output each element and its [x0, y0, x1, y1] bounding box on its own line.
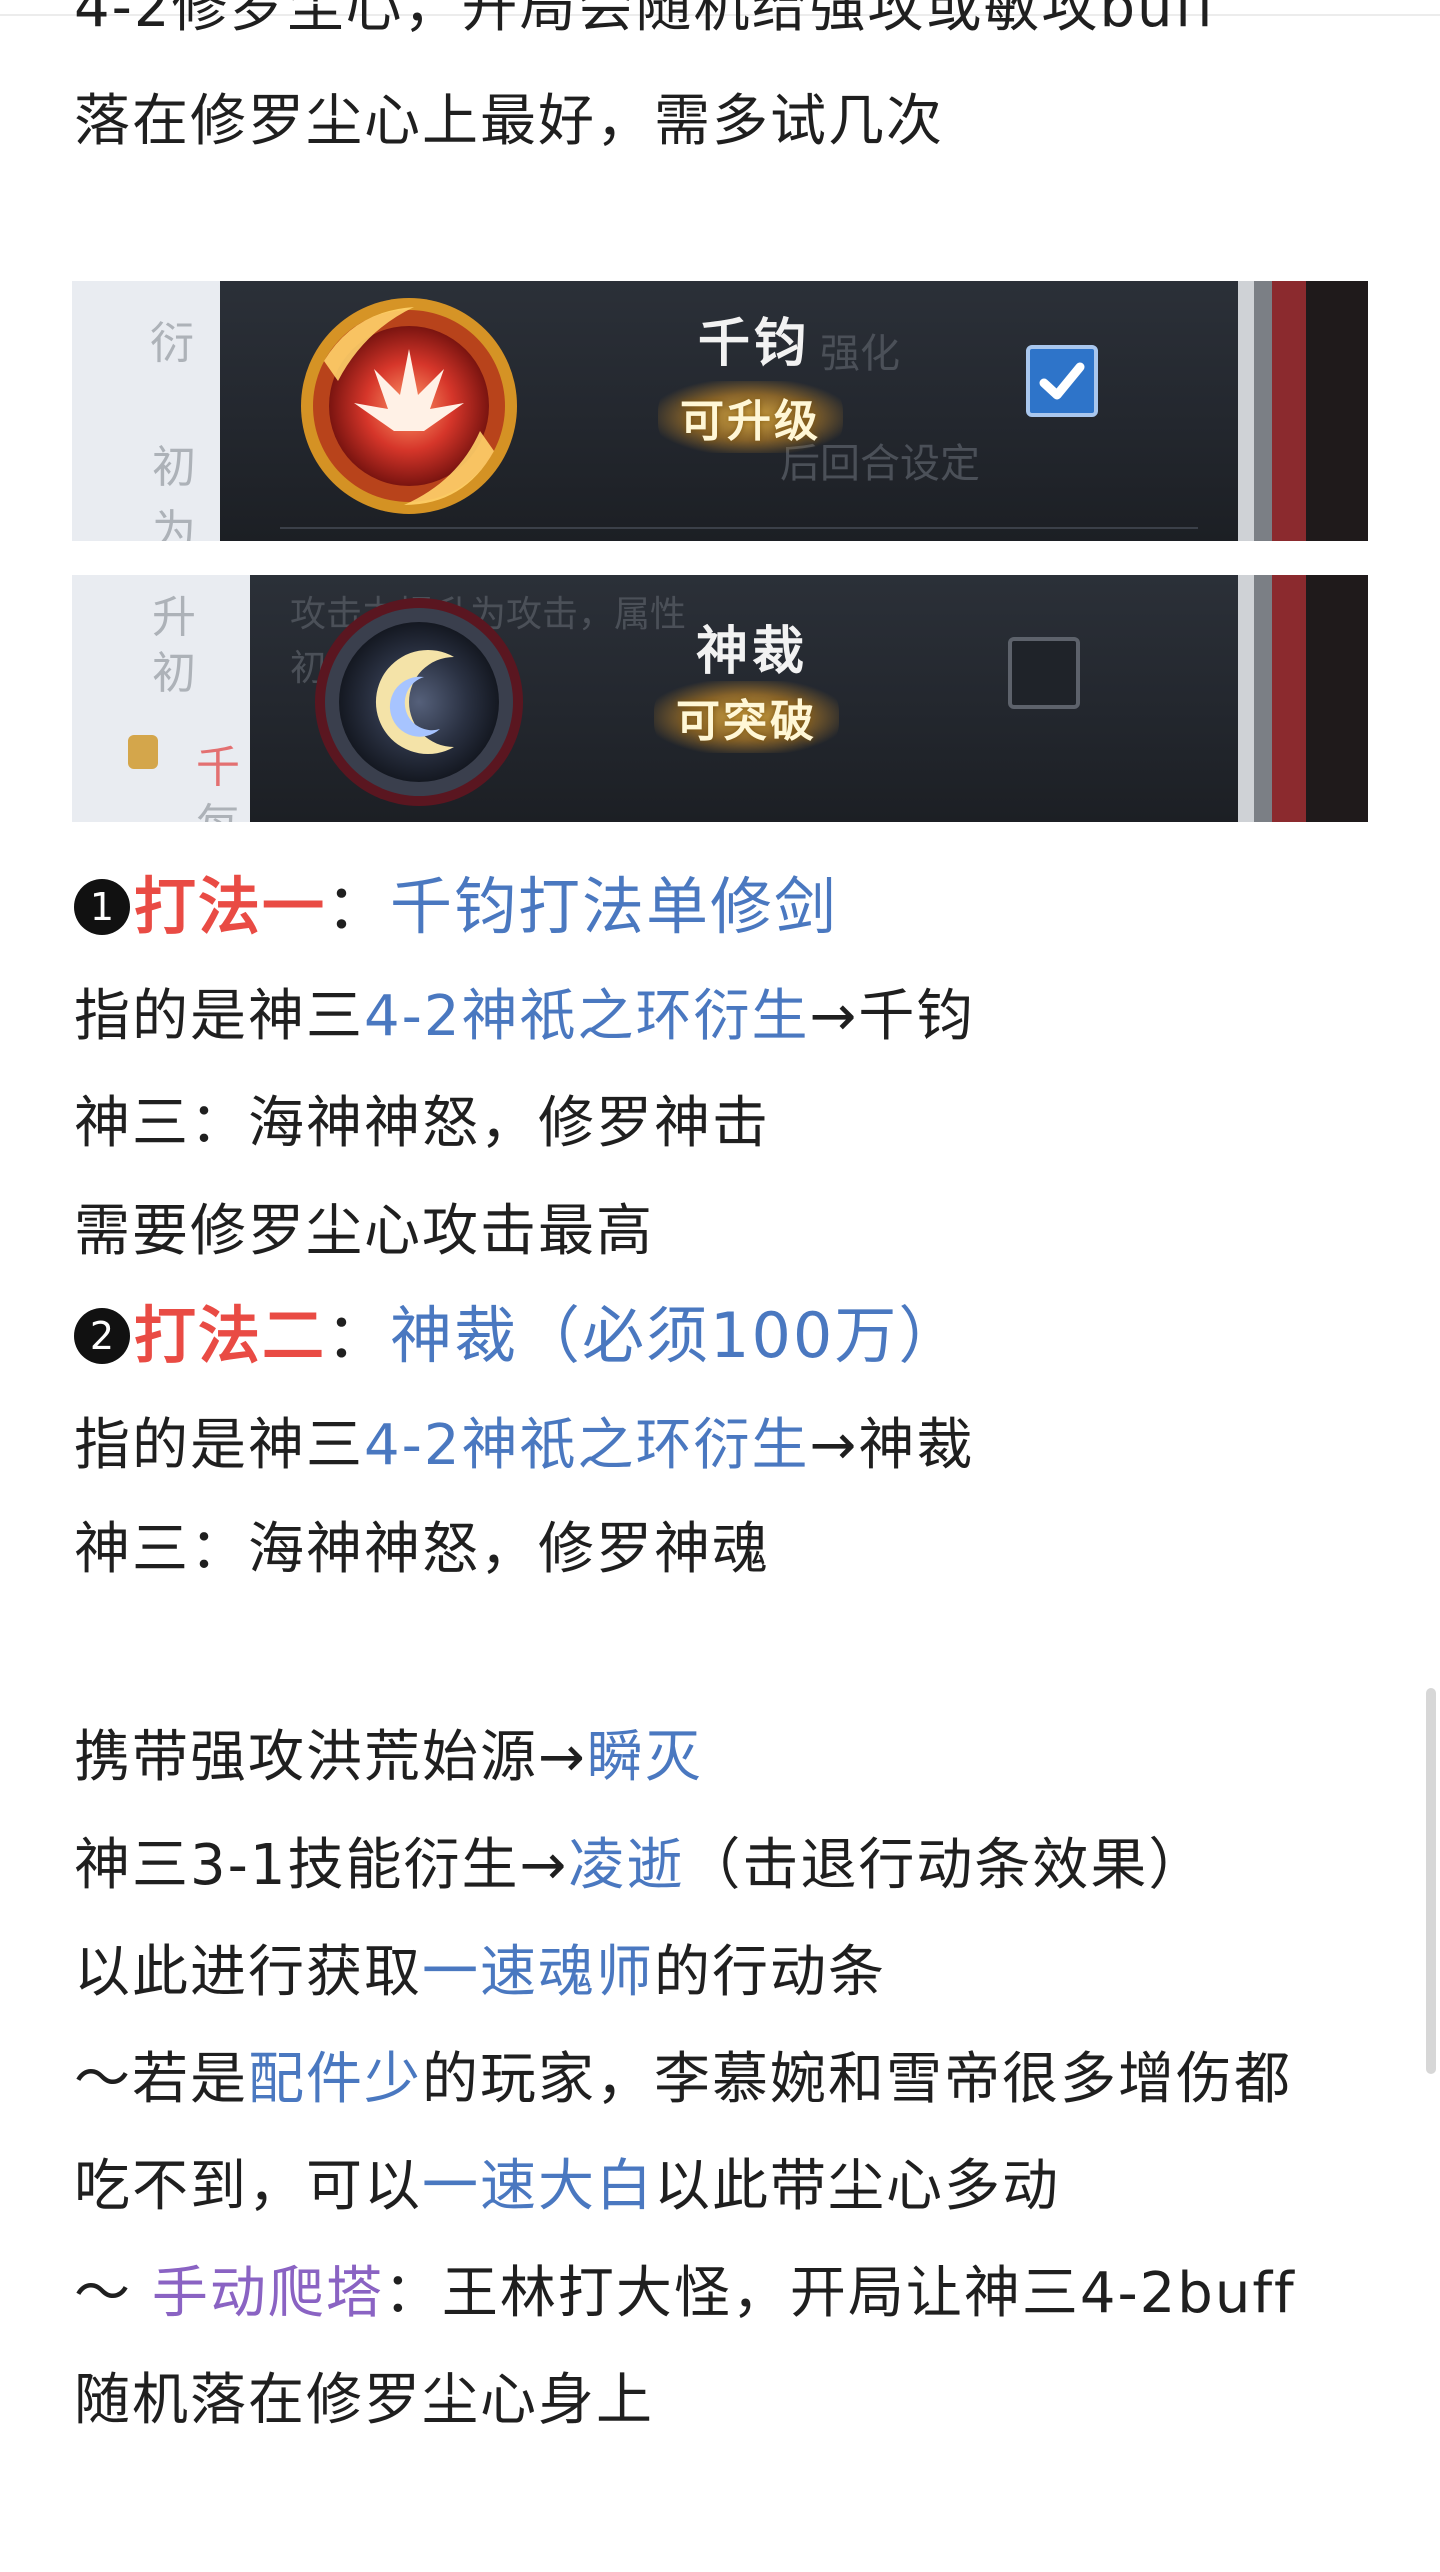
- text: 指的是神三: [74, 1413, 364, 1478]
- link-text[interactable]: 手动爬塔: [152, 2261, 384, 2326]
- note-line: ～ 手动爬塔：王林打大怪，开局让神三4-2buff: [74, 2258, 1296, 2330]
- link-text[interactable]: 瞬灭: [587, 1725, 703, 1790]
- text: ～若是: [74, 2047, 248, 2112]
- text: 以此带尘心多动: [654, 2154, 1060, 2219]
- background-panel: 衍 初 为: [72, 281, 220, 541]
- background-text: 每: [196, 789, 240, 822]
- game-screenshot-shencai: 升 初 千 每 攻击力提升为攻击，属性 初始为50% 神裁: [72, 575, 1368, 822]
- side-frame: [1238, 281, 1368, 541]
- colon: ：: [326, 1299, 391, 1372]
- text: →神裁: [809, 1413, 975, 1478]
- text: →千钧: [809, 984, 975, 1049]
- text: 神三3-1技能衍生→: [74, 1833, 569, 1898]
- checkmark-icon: [1039, 362, 1085, 400]
- method-1-line: 指的是神三4-2神祇之环衍生→千钧: [74, 981, 974, 1053]
- shencai-skill-icon: [315, 598, 523, 806]
- background-text: 升: [152, 592, 196, 643]
- method-2-line: 神三：海神神怒，修罗神魂: [74, 1517, 770, 1582]
- method-title: 千钧打法单修剑: [390, 870, 839, 943]
- skill-checkbox-checked[interactable]: [1026, 345, 1098, 417]
- text: 的玩家，李慕婉和雪帝很多增伤都: [422, 2047, 1292, 2112]
- method-2-heading: 2 打法二：神裁（必须100万）: [74, 1297, 962, 1375]
- intro-cut-line: 4-2修罗尘心，开局会随机给强攻或敏攻buff: [74, 0, 1218, 40]
- article-page: 4-2修罗尘心，开局会随机给强攻或敏攻buff 落在修罗尘心上最好，需多试几次 …: [0, 0, 1440, 2572]
- note-line: ～若是配件少的玩家，李慕婉和雪帝很多增伤都: [74, 2044, 1292, 2116]
- link-text[interactable]: 4-2神祇之环衍生: [364, 984, 809, 1049]
- lock-icon: [128, 735, 158, 769]
- number-badge: 2: [74, 1307, 130, 1364]
- skill-status-badge: 可升级: [658, 381, 843, 453]
- method-name: 打法二: [134, 1299, 327, 1372]
- skill-title: 神裁: [696, 622, 809, 682]
- link-text[interactable]: 配件少: [248, 2047, 422, 2112]
- background-text: 衍: [150, 318, 194, 369]
- game-screenshot-qianjun: 衍 初 为 强化 后回合设定 千钧 可升级: [72, 281, 1368, 541]
- background-text: 为: [152, 506, 196, 541]
- side-frame: [1238, 575, 1368, 822]
- method-1-line: 神三：海神神怒，修罗神击: [74, 1091, 770, 1156]
- link-text[interactable]: 一速大白: [422, 2154, 654, 2219]
- text: 指的是神三: [74, 984, 364, 1049]
- link-text[interactable]: 4-2神祇之环衍生: [364, 1413, 809, 1478]
- skill-status-badge: 可突破: [654, 681, 839, 753]
- method-1-heading: 1 打法一：千钧打法单修剑: [74, 868, 838, 946]
- note-line: 随机落在修罗尘心身上: [74, 2368, 654, 2433]
- scrollbar[interactable]: [1426, 1688, 1436, 2074]
- text: ：王林打大怪，开局让神三4-2buff: [383, 2261, 1296, 2326]
- link-text[interactable]: 一速魂师: [422, 1940, 654, 2005]
- text: （击退行动条效果）: [684, 1833, 1207, 1898]
- method-title: 神裁（必须100万）: [390, 1299, 963, 1372]
- text: 的行动条: [654, 1940, 886, 2005]
- skill-checkbox-unchecked[interactable]: [1008, 637, 1080, 709]
- method-name: 打法一: [134, 870, 327, 943]
- background-panel: 升 初 千 每: [72, 575, 250, 822]
- text: ～: [74, 2261, 152, 2326]
- note-line: 以此进行获取一速魂师的行动条: [74, 1937, 886, 2009]
- background-text: 初: [152, 442, 196, 493]
- background-text: 千: [196, 742, 240, 793]
- divider: [280, 527, 1198, 529]
- link-text[interactable]: 凌逝: [568, 1833, 684, 1898]
- note-line: 神三3-1技能衍生→凌逝（击退行动条效果）: [74, 1830, 1206, 1902]
- colon: ：: [326, 870, 391, 943]
- method-2-line: 指的是神三4-2神祇之环衍生→神裁: [74, 1410, 974, 1482]
- text: 携带强攻洪荒始源→: [74, 1725, 587, 1790]
- method-1-line: 需要修罗尘心攻击最高: [74, 1199, 654, 1264]
- qianjun-skill-icon: [301, 298, 517, 514]
- ghost-text: 强化: [820, 331, 900, 377]
- intro-line: 落在修罗尘心上最好，需多试几次: [74, 89, 944, 154]
- number-badge: 1: [74, 878, 130, 935]
- note-line: 吃不到，可以一速大白以此带尘心多动: [74, 2151, 1060, 2223]
- background-text: 初: [152, 648, 196, 699]
- text: 以此进行获取: [74, 1940, 422, 2005]
- skill-title: 千钧: [698, 314, 811, 374]
- note-line: 携带强攻洪荒始源→瞬灭: [74, 1722, 703, 1794]
- text: 吃不到，可以: [74, 2154, 422, 2219]
